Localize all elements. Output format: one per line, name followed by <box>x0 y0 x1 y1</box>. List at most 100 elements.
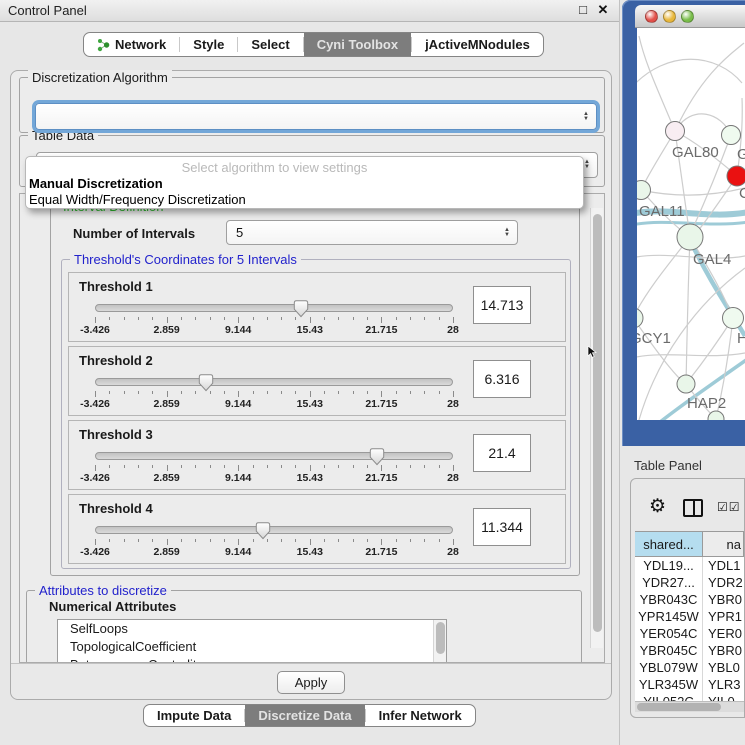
column-header-shared-name[interactable]: shared... <box>635 532 703 556</box>
node-h[interactable] <box>723 308 744 329</box>
apply-button[interactable]: Apply <box>277 671 345 694</box>
tick-label: 28 <box>447 324 459 336</box>
table-horizontal-scrollbar[interactable] <box>635 701 744 712</box>
tick-mark <box>424 539 425 542</box>
gear-icon[interactable]: ⚙ <box>649 495 666 518</box>
threshold-value-field[interactable]: 6.316 <box>473 360 531 398</box>
threshold-slider[interactable] <box>95 378 453 386</box>
settings-panel-scrollbar[interactable] <box>590 208 603 648</box>
bottom-tab-discretize-data[interactable]: Discretize Data <box>245 705 364 726</box>
slider-tick-labels: -3.4262.8599.14415.4321.71528 <box>95 398 453 410</box>
network-edge[interactable] <box>641 131 675 190</box>
network-edge[interactable] <box>675 43 744 131</box>
threshold-value-field[interactable]: 21.4 <box>473 434 531 472</box>
label: Select <box>251 37 289 52</box>
tick-mark <box>195 465 196 468</box>
attributes-list-scrollbar[interactable] <box>433 620 446 663</box>
table-row[interactable]: YBR045CYBR0 <box>635 642 744 659</box>
table-row[interactable]: YDL19...YDL1 <box>635 557 744 574</box>
tick-mark <box>138 465 139 468</box>
threshold-value-field[interactable]: 14.713 <box>473 286 531 324</box>
network-edge[interactable] <box>637 237 690 318</box>
tick-mark <box>238 391 239 397</box>
numerical-attributes-list[interactable]: SelfLoopsTopologicalCoefficientBetweenne… <box>57 619 447 663</box>
close-window-icon[interactable]: ✕ <box>595 2 611 18</box>
table-row[interactable]: YBR043CYBR0 <box>635 591 744 608</box>
network-edge[interactable] <box>689 318 733 380</box>
network-edge[interactable] <box>641 188 745 195</box>
threshold-value-field[interactable]: 11.344 <box>473 508 531 546</box>
tick-mark <box>167 465 168 471</box>
table-row[interactable]: YIL052CYIL0 <box>635 693 744 701</box>
table-body[interactable]: YDL19...YDL1YDR27...YDR2YBR043CYBR0YPR14… <box>635 557 744 701</box>
tick-label: 2.859 <box>153 546 179 558</box>
checkbox-icons[interactable]: ☑☑ <box>717 500 741 514</box>
tab-cyni-toolbox[interactable]: Cyni Toolbox <box>304 33 411 56</box>
slider-thumb-icon[interactable] <box>370 448 385 466</box>
node-gal4[interactable] <box>677 224 703 250</box>
cell-shared-name: YBL079W <box>635 659 703 676</box>
tick-label: 28 <box>447 398 459 410</box>
mac-close-button[interactable] <box>645 10 658 23</box>
network-edge[interactable] <box>637 59 742 88</box>
network-edge[interactable] <box>686 237 690 384</box>
discretization-algorithm-group: Discretization Algorithm ▲▼ <box>19 77 605 133</box>
float-window-icon[interactable]: □ <box>575 2 591 18</box>
algorithm-dropdown-placeholder: Select algorithm to view settings <box>26 160 523 175</box>
bottom-tab-label: Impute Data <box>157 708 231 723</box>
tick-mark <box>381 465 382 471</box>
node-gcy1[interactable] <box>637 308 643 328</box>
cell-name: YDR2 <box>703 574 744 591</box>
discretization-algorithm-label: Discretization Algorithm <box>28 70 172 85</box>
tick-mark <box>410 465 411 468</box>
node-gal80-label: GAL80 <box>672 144 719 161</box>
network-canvas[interactable]: GAL80GACGAL11GAL4GCY1HHAP2 <box>637 28 745 420</box>
node-ga[interactable] <box>722 126 741 145</box>
tick-mark <box>181 539 182 542</box>
attribute-list-item[interactable]: TopologicalCoefficient <box>58 638 446 656</box>
tick-mark <box>224 465 225 468</box>
apply-bar: Apply <box>11 663 611 699</box>
algorithm-option-equal-width[interactable]: Equal Width/Frequency Discretization <box>29 192 580 207</box>
table-data-label: Table Data <box>28 128 98 143</box>
table-row[interactable]: YDR27...YDR2 <box>635 574 744 591</box>
number-of-intervals-combobox[interactable]: 5 ▲▼ <box>226 220 518 245</box>
node-gal11[interactable] <box>637 181 651 200</box>
tab-jactivemnodules[interactable]: jActiveMNodules <box>412 33 543 56</box>
network-edge[interactable] <box>639 36 675 131</box>
tick-mark <box>124 317 125 320</box>
cell-shared-name: YPR145W <box>635 608 703 625</box>
column-header-name[interactable]: na <box>703 532 744 556</box>
tick-mark <box>324 539 325 542</box>
tick-mark <box>138 391 139 394</box>
slider-thumb-icon[interactable] <box>199 374 214 392</box>
mac-minimize-button[interactable] <box>663 10 676 23</box>
tab-style[interactable]: Style <box>180 33 237 56</box>
algorithm-combobox[interactable]: ▲▼ <box>35 103 597 130</box>
threshold-slider[interactable] <box>95 452 453 460</box>
slider-thumb-icon[interactable] <box>294 300 309 318</box>
attribute-list-item[interactable]: BetweennessCentrality <box>58 656 446 663</box>
bottom-tab-impute-data[interactable]: Impute Data <box>144 705 244 726</box>
table-row[interactable]: YLR345WYLR3 <box>635 676 744 693</box>
network-window-titlebar[interactable] <box>635 5 745 28</box>
slider-thumb-icon[interactable] <box>256 522 271 540</box>
columns-icon[interactable] <box>683 499 703 517</box>
algorithm-option-manual[interactable]: Manual Discretization <box>29 176 580 191</box>
node-red[interactable] <box>727 166 745 186</box>
cell-shared-name: YLR345W <box>635 676 703 693</box>
attribute-list-item[interactable]: SelfLoops <box>58 620 446 638</box>
node-gal80[interactable] <box>666 122 685 141</box>
table-row[interactable]: YER054CYER0 <box>635 625 744 642</box>
node-hap2[interactable] <box>677 375 695 393</box>
threshold-slider[interactable] <box>95 304 453 312</box>
table-row[interactable]: YPR145WYPR1 <box>635 608 744 625</box>
tab-network[interactable]: Network <box>84 33 179 56</box>
tick-mark <box>410 539 411 542</box>
table-row[interactable]: YBL079WYBL0 <box>635 659 744 676</box>
threshold-slider[interactable] <box>95 526 453 534</box>
tab-select[interactable]: Select <box>238 33 302 56</box>
mac-zoom-button[interactable] <box>681 10 694 23</box>
bottom-tab-infer-network[interactable]: Infer Network <box>366 705 475 726</box>
cell-name: YDL1 <box>703 557 744 574</box>
